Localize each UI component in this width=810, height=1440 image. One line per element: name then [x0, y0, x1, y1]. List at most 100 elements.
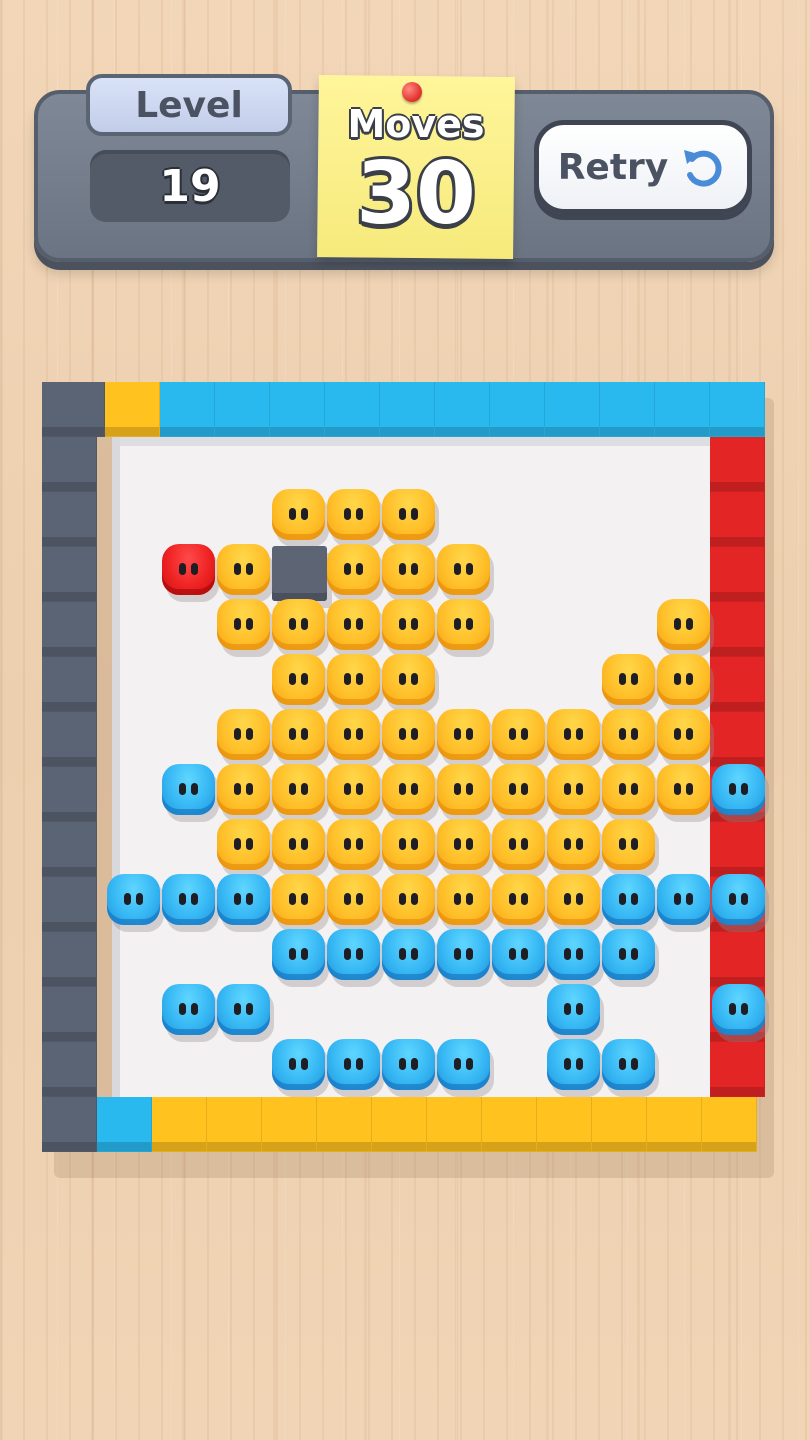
yellow-blob[interactable]	[547, 874, 600, 925]
yellow-blob[interactable]	[437, 599, 490, 650]
yellow-blob[interactable]	[272, 709, 325, 760]
yellow-blob[interactable]	[272, 654, 325, 705]
eye	[356, 783, 363, 795]
yellow-blob[interactable]	[492, 709, 545, 760]
yellow-blob[interactable]	[382, 874, 435, 925]
retry-button[interactable]: Retry	[534, 120, 752, 214]
yellow-blob[interactable]	[437, 764, 490, 815]
yellow-blob[interactable]	[327, 599, 380, 650]
blue-blob[interactable]	[712, 764, 765, 815]
wall-block-left	[42, 767, 97, 822]
blue-blob[interactable]	[547, 1039, 600, 1090]
yellow-blob[interactable]	[327, 544, 380, 595]
blue-blob[interactable]	[107, 874, 160, 925]
wall-block-right	[710, 822, 765, 877]
yellow-blob[interactable]	[657, 654, 710, 705]
blue-blob[interactable]	[272, 1039, 325, 1090]
yellow-blob[interactable]	[272, 874, 325, 925]
yellow-blob[interactable]	[437, 874, 490, 925]
blue-blob[interactable]	[272, 929, 325, 980]
blue-blob[interactable]	[492, 929, 545, 980]
blue-blob[interactable]	[602, 1039, 655, 1090]
blue-blob[interactable]	[382, 1039, 435, 1090]
yellow-blob[interactable]	[217, 764, 270, 815]
yellow-blob[interactable]	[272, 819, 325, 870]
wall-block-left	[42, 437, 97, 492]
blue-blob[interactable]	[162, 874, 215, 925]
yellow-blob[interactable]	[602, 819, 655, 870]
yellow-blob[interactable]	[217, 544, 270, 595]
yellow-blob[interactable]	[217, 709, 270, 760]
wall-block-top	[215, 382, 270, 437]
yellow-blob[interactable]	[382, 489, 435, 540]
yellow-blob[interactable]	[437, 819, 490, 870]
blue-blob[interactable]	[437, 929, 490, 980]
blue-blob[interactable]	[602, 929, 655, 980]
yellow-blob[interactable]	[272, 489, 325, 540]
yellow-blob[interactable]	[217, 599, 270, 650]
eye	[466, 618, 473, 630]
eye	[234, 893, 241, 905]
blue-blob[interactable]	[327, 929, 380, 980]
yellow-blob[interactable]	[327, 489, 380, 540]
eye	[686, 783, 693, 795]
wall-block-bottom	[482, 1097, 537, 1152]
yellow-blob[interactable]	[272, 599, 325, 650]
yellow-blob[interactable]	[657, 709, 710, 760]
eye	[411, 508, 418, 520]
yellow-blob[interactable]	[547, 709, 600, 760]
eye	[631, 728, 638, 740]
red-blob[interactable]	[162, 544, 215, 595]
blue-blob[interactable]	[437, 1039, 490, 1090]
yellow-blob[interactable]	[327, 709, 380, 760]
eye	[521, 838, 528, 850]
blue-blob[interactable]	[217, 874, 270, 925]
yellow-blob[interactable]	[602, 709, 655, 760]
yellow-blob[interactable]	[602, 764, 655, 815]
yellow-blob[interactable]	[492, 764, 545, 815]
blue-blob[interactable]	[162, 984, 215, 1035]
yellow-blob[interactable]	[382, 709, 435, 760]
yellow-blob[interactable]	[382, 599, 435, 650]
eye	[466, 728, 473, 740]
yellow-blob[interactable]	[437, 709, 490, 760]
yellow-blob[interactable]	[547, 764, 600, 815]
yellow-blob[interactable]	[382, 544, 435, 595]
eye	[191, 893, 198, 905]
yellow-blob[interactable]	[492, 874, 545, 925]
blue-blob[interactable]	[547, 929, 600, 980]
yellow-blob[interactable]	[272, 764, 325, 815]
yellow-blob[interactable]	[602, 654, 655, 705]
blue-blob[interactable]	[327, 1039, 380, 1090]
yellow-blob[interactable]	[492, 819, 545, 870]
eye	[454, 783, 461, 795]
yellow-blob[interactable]	[382, 654, 435, 705]
wall-block-right	[710, 712, 765, 767]
blue-blob[interactable]	[382, 929, 435, 980]
yellow-blob[interactable]	[327, 654, 380, 705]
yellow-blob[interactable]	[382, 764, 435, 815]
yellow-blob[interactable]	[657, 599, 710, 650]
blue-blob[interactable]	[162, 764, 215, 815]
blue-blob[interactable]	[602, 874, 655, 925]
yellow-blob[interactable]	[327, 874, 380, 925]
blue-blob[interactable]	[547, 984, 600, 1035]
yellow-blob[interactable]	[327, 764, 380, 815]
yellow-blob[interactable]	[327, 819, 380, 870]
yellow-blob[interactable]	[217, 819, 270, 870]
pin-icon	[402, 82, 422, 102]
eye	[411, 948, 418, 960]
eye	[619, 838, 626, 850]
yellow-blob[interactable]	[382, 819, 435, 870]
eye	[631, 673, 638, 685]
eye	[399, 563, 406, 575]
blue-blob[interactable]	[712, 874, 765, 925]
blue-blob[interactable]	[657, 874, 710, 925]
wall-block-top	[435, 382, 490, 437]
blue-blob[interactable]	[217, 984, 270, 1035]
moves-counter: 30	[356, 144, 476, 244]
blue-blob[interactable]	[712, 984, 765, 1035]
yellow-blob[interactable]	[657, 764, 710, 815]
yellow-blob[interactable]	[437, 544, 490, 595]
yellow-blob[interactable]	[547, 819, 600, 870]
